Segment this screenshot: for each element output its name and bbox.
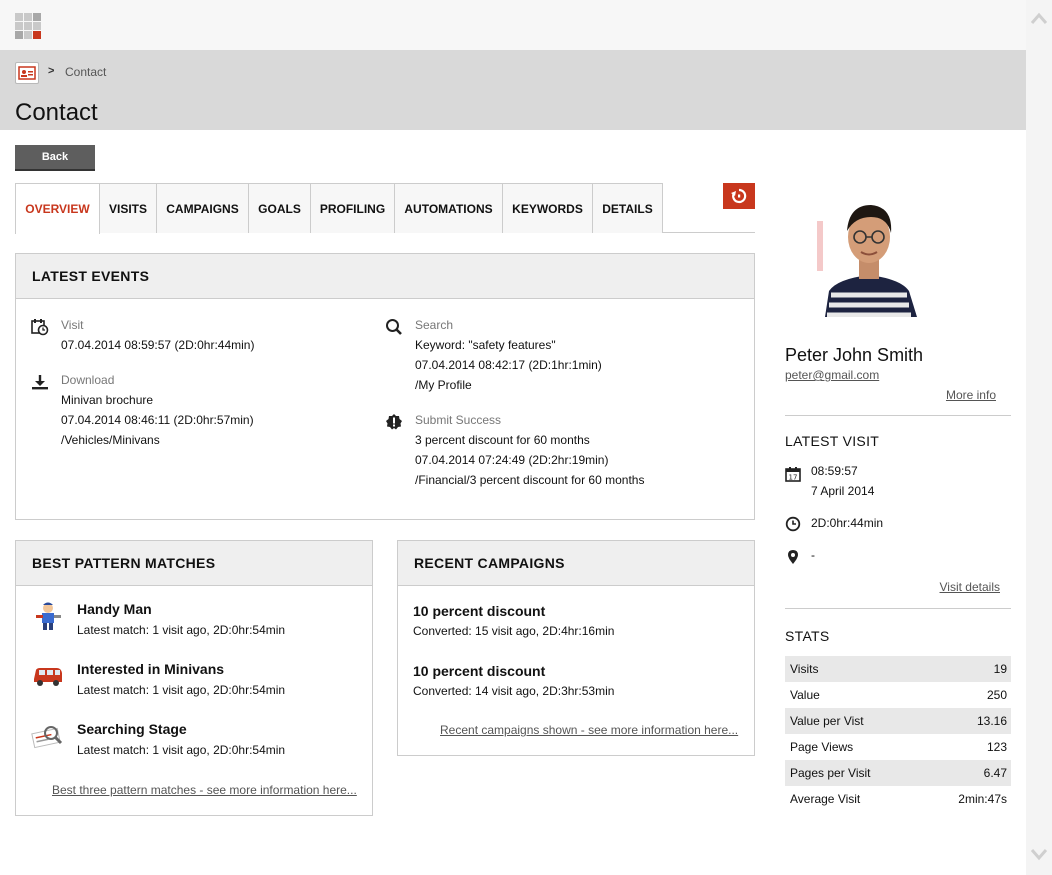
pattern-detail: Latest match: 1 visit ago, 2D:0hr:54min	[77, 743, 286, 757]
event-title: Search	[415, 318, 454, 332]
tab-visits[interactable]: VISITS	[100, 183, 157, 233]
event-line: Minivan brochure	[61, 393, 154, 407]
campaign-name[interactable]: 10 percent discount	[413, 663, 545, 679]
tab-bar: OVERVIEW VISITS CAMPAIGNS GOALS PROFILIN…	[15, 183, 755, 234]
event-line: /Financial/3 percent discount for 60 mon…	[415, 473, 645, 487]
pattern-name: Searching Stage	[77, 721, 187, 737]
tab-overview[interactable]: OVERVIEW	[15, 183, 100, 234]
contact-name: Peter John Smith	[785, 345, 924, 365]
stat-label: Value	[790, 688, 820, 702]
page-header: > Contact Contact	[0, 50, 1026, 130]
event-line: /My Profile	[415, 378, 472, 392]
divider	[785, 608, 1011, 609]
event-line: Keyword: "safety features"	[415, 338, 556, 352]
pattern-detail: Latest match: 1 visit ago, 2D:0hr:54min	[77, 683, 286, 697]
stat-row: Page Views 123	[785, 734, 1011, 760]
tab-profiling[interactable]: PROFILING	[311, 183, 395, 233]
stat-label: Pages per Visit	[790, 766, 871, 780]
refresh-icon	[731, 188, 747, 204]
campaign-name[interactable]: 10 percent discount	[413, 603, 545, 619]
stat-value: 13.16	[976, 714, 1007, 728]
app-logo-icon[interactable]	[15, 13, 41, 39]
pattern-matches-panel: BEST PATTERN MATCHES Handy Man Latest ma…	[15, 540, 373, 816]
latest-events-panel: LATEST EVENTS Visit 07.04.2014 08:59:57 …	[15, 253, 755, 520]
campaign-detail: Converted: 15 visit ago, 2D:4hr:16min	[413, 624, 615, 638]
event-title: Download	[61, 373, 115, 387]
stats-table: Visits 19 Value 250 Value per Vist 13.16…	[785, 656, 1011, 812]
contact-card-icon[interactable]	[15, 62, 39, 84]
more-info-link[interactable]: More info	[946, 388, 996, 402]
stat-value: 2min:47s	[958, 792, 1007, 806]
recent-campaigns-panel: RECENT CAMPAIGNS 10 percent discount Con…	[397, 540, 755, 756]
stat-row: Pages per Visit 6.47	[785, 760, 1011, 786]
magnifier-document-icon	[31, 726, 63, 749]
tab-keywords[interactable]: KEYWORDS	[503, 183, 593, 233]
top-bar	[0, 0, 1026, 50]
pattern-detail: Latest match: 1 visit ago, 2D:0hr:54min	[77, 623, 286, 637]
minivan-icon	[34, 668, 62, 686]
event-line: 07.04.2014 07:24:49 (2D:2hr:19min)	[415, 453, 609, 467]
breadcrumb-current[interactable]: Contact	[65, 65, 106, 79]
back-button[interactable]: Back	[15, 145, 95, 171]
calendar-icon: 17	[785, 467, 801, 482]
search-icon	[386, 319, 402, 335]
recent-campaigns-title: RECENT CAMPAIGNS	[398, 541, 754, 586]
tab-goals[interactable]: GOALS	[249, 183, 311, 233]
scroll-up-icon[interactable]	[1029, 10, 1049, 30]
stat-label: Page Views	[790, 740, 854, 754]
stat-row: Value 250	[785, 682, 1011, 708]
tab-details[interactable]: DETAILS	[593, 183, 663, 233]
divider	[785, 415, 1011, 416]
contact-email-link[interactable]: peter@gmail.com	[785, 368, 879, 382]
page-title: Contact	[15, 99, 98, 126]
event-title: Visit	[61, 318, 84, 332]
campaign-detail: Converted: 14 visit ago, 2D:3hr:53min	[413, 684, 615, 698]
stat-label: Value per Vist	[790, 714, 864, 728]
latest-visit-time: 08:59:57	[811, 464, 858, 478]
event-line: /Vehicles/Minivans	[61, 433, 160, 447]
event-line: 07.04.2014 08:42:17 (2D:1hr:1min)	[415, 358, 602, 372]
stat-label: Visits	[790, 662, 819, 676]
pattern-name: Handy Man	[77, 601, 152, 617]
tab-automations[interactable]: AUTOMATIONS	[395, 183, 503, 233]
latest-visit-duration: 2D:0hr:44min	[811, 516, 884, 530]
refresh-button[interactable]	[723, 183, 755, 209]
contact-avatar	[817, 191, 921, 317]
latest-visit-location: -	[811, 548, 815, 562]
event-line: 07.04.2014 08:59:57 (2D:0hr:44min)	[61, 338, 255, 352]
location-pin-icon	[788, 550, 798, 564]
handyman-icon	[36, 602, 61, 630]
calendar-clock-icon	[31, 319, 49, 336]
stat-value: 6.47	[983, 766, 1007, 780]
latest-events-title: LATEST EVENTS	[16, 254, 754, 299]
event-line: 07.04.2014 08:46:11 (2D:0hr:57min)	[61, 413, 254, 427]
stat-label: Average Visit	[790, 792, 861, 806]
pattern-matches-title: BEST PATTERN MATCHES	[16, 541, 372, 586]
visit-details-link[interactable]: Visit details	[940, 580, 1000, 594]
stat-value: 19	[993, 662, 1007, 676]
pattern-matches-more-link[interactable]: Best three pattern matches - see more in…	[52, 783, 357, 797]
clock-icon	[785, 516, 801, 532]
recent-campaigns-more-link[interactable]: Recent campaigns shown - see more inform…	[440, 723, 738, 737]
latest-visit-date: 7 April 2014	[811, 484, 875, 498]
scroll-down-icon[interactable]	[1029, 843, 1049, 863]
stats-title: STATS	[785, 628, 830, 644]
stat-row: Visits 19	[785, 656, 1011, 682]
latest-visit-title: LATEST VISIT	[785, 433, 880, 449]
download-icon	[32, 375, 48, 390]
stat-row: Average Visit 2min:47s	[785, 786, 1011, 812]
pattern-name: Interested in Minivans	[77, 661, 225, 677]
alert-badge-icon	[386, 414, 402, 430]
event-title: Submit Success	[415, 413, 502, 427]
stat-value: 123	[986, 740, 1007, 754]
event-line: 3 percent discount for 60 months	[415, 433, 590, 447]
tab-campaigns[interactable]: CAMPAIGNS	[157, 183, 249, 233]
scrollbar[interactable]	[1026, 0, 1052, 875]
breadcrumb-separator: >	[48, 65, 55, 77]
stat-value: 250	[986, 688, 1007, 702]
svg-text:17: 17	[789, 474, 798, 482]
stat-row: Value per Vist 13.16	[785, 708, 1011, 734]
